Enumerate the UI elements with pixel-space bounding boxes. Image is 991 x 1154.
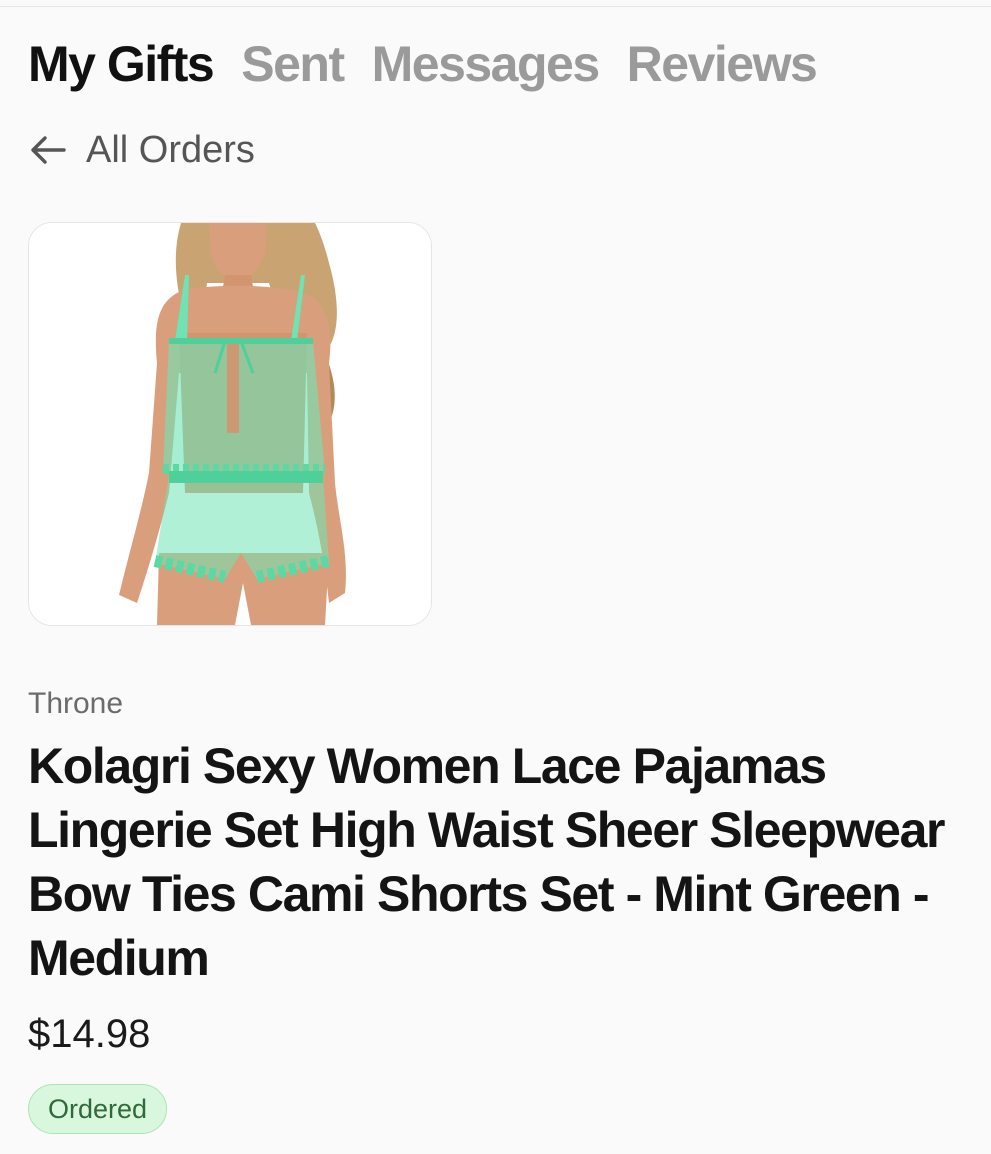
tab-bar: My Gifts Sent Messages Reviews: [28, 34, 818, 94]
top-divider: [0, 6, 991, 7]
tab-sent[interactable]: Sent: [241, 34, 345, 94]
tab-messages[interactable]: Messages: [372, 34, 601, 94]
product-photo: [29, 223, 431, 625]
back-link-label: All Orders: [86, 129, 255, 171]
order-status-badge: Ordered: [28, 1084, 168, 1134]
tab-reviews[interactable]: Reviews: [627, 34, 818, 94]
tab-my-gifts[interactable]: My Gifts: [28, 34, 215, 94]
product-title: Kolagri Sexy Women Lace Pajamas Lingerie…: [28, 738, 945, 986]
product-price: $14.98: [28, 1012, 151, 1056]
product-brand: Throne: [28, 687, 124, 720]
back-to-all-orders-link[interactable]: All Orders: [28, 128, 255, 172]
product-image-card[interactable]: [28, 222, 432, 626]
arrow-left-icon: [28, 130, 68, 170]
